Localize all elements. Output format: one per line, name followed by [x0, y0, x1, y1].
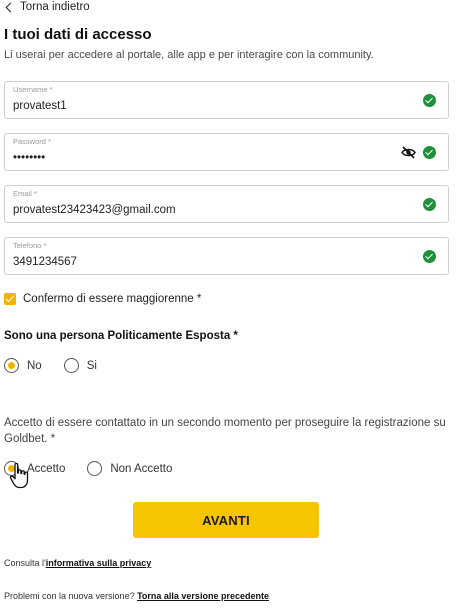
pep-option-si[interactable]: Si: [63, 358, 97, 373]
age-confirm-label: Confermo di essere maggiorenne *: [23, 293, 202, 305]
pep-radio-group: No Si: [4, 358, 119, 373]
username-input[interactable]: [13, 100, 373, 112]
password-field[interactable]: Password *: [4, 133, 449, 171]
pep-heading: Sono una persona Politicamente Esposta *: [4, 330, 238, 342]
contact-option-non-accetto[interactable]: Non Accetto: [87, 461, 172, 476]
password-label: Password *: [13, 137, 51, 146]
password-input[interactable]: [13, 152, 373, 164]
radio-button[interactable]: [4, 358, 19, 373]
check-circle-icon: [423, 198, 436, 211]
back-link[interactable]: Torna indietro: [4, 0, 90, 14]
version-line: Problemi con la nuova versione? Torna al…: [4, 591, 269, 601]
phone-label: Telefono *: [13, 241, 47, 250]
privacy-line: Consulta l'informativa sulla privacy: [4, 558, 151, 568]
version-prefix: Problemi con la nuova versione?: [4, 591, 138, 601]
email-label: Email *: [13, 189, 37, 198]
check-circle-icon: [423, 94, 436, 107]
email-field[interactable]: Email *: [4, 185, 449, 223]
radio-button[interactable]: [63, 358, 79, 373]
age-confirm-checkbox[interactable]: [4, 293, 16, 305]
eye-off-icon[interactable]: [401, 146, 416, 159]
username-label: Username *: [13, 85, 53, 94]
page-title: I tuoi dati di accesso: [4, 26, 152, 43]
radio-button[interactable]: [87, 461, 103, 476]
privacy-link[interactable]: informativa sulla privacy: [46, 558, 152, 568]
check-circle-icon: [423, 250, 436, 263]
pep-option-no-label: No: [27, 359, 42, 372]
email-input[interactable]: [13, 204, 373, 216]
pep-option-no[interactable]: No: [4, 358, 42, 373]
chevron-left-icon: [5, 2, 16, 12]
pep-option-si-label: Si: [86, 359, 97, 372]
back-link-label: Torna indietro: [20, 1, 90, 13]
previous-version-link[interactable]: Torna alla versione precedente: [137, 591, 269, 601]
phone-field[interactable]: Telefono *: [4, 237, 449, 275]
hand-cursor-icon: [9, 462, 29, 489]
contact-consent-text: Accetto di essere contattato in un secon…: [4, 417, 446, 445]
page-subtitle: Li userai per accedere al portale, alle …: [4, 49, 374, 61]
contact-option-accetto-label: Accetto: [27, 462, 66, 475]
phone-input[interactable]: [13, 256, 373, 268]
check-circle-icon: [423, 146, 436, 159]
contact-radio-group: Accetto Non Accetto: [4, 461, 194, 476]
privacy-prefix: Consulta l': [4, 558, 46, 568]
age-confirm-row[interactable]: Confermo di essere maggiorenne *: [4, 293, 201, 305]
username-field[interactable]: Username *: [4, 81, 449, 119]
contact-option-non-accetto-label: Non Accetto: [110, 462, 173, 475]
submit-button[interactable]: AVANTI: [133, 502, 319, 538]
